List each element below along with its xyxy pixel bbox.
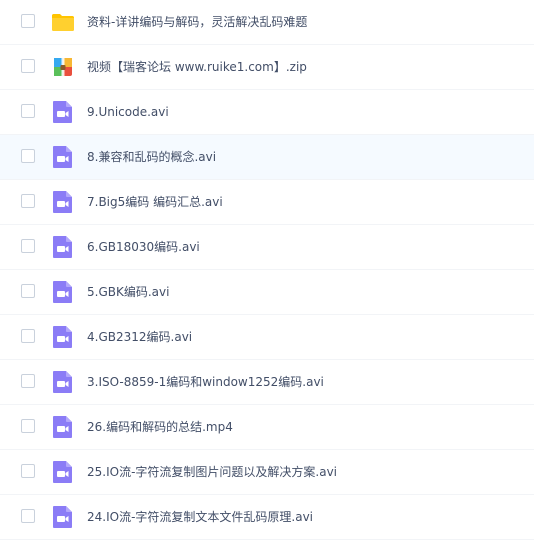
file-row-video[interactable]: 24.IO流-字符流复制文本文件乱码原理.avi bbox=[0, 495, 534, 540]
file-name[interactable]: 资料-详讲编码与解码，灵活解决乱码难题 bbox=[87, 14, 307, 30]
row-checkbox[interactable] bbox=[21, 239, 35, 253]
row-checkbox[interactable] bbox=[21, 59, 35, 73]
file-name[interactable]: 26.编码和解码的总结.mp4 bbox=[87, 419, 233, 435]
video-icon bbox=[51, 415, 75, 439]
file-name[interactable]: 24.IO流-字符流复制文本文件乱码原理.avi bbox=[87, 509, 313, 525]
file-name[interactable]: 25.IO流-字符流复制图片问题以及解决方案.avi bbox=[87, 464, 337, 480]
file-row-video[interactable]: 4.GB2312编码.avi bbox=[0, 315, 534, 360]
row-checkbox[interactable] bbox=[21, 509, 35, 523]
video-icon bbox=[51, 145, 75, 169]
file-name[interactable]: 9.Unicode.avi bbox=[87, 104, 169, 120]
row-checkbox[interactable] bbox=[21, 104, 35, 118]
archive-icon bbox=[51, 55, 75, 79]
video-icon bbox=[51, 190, 75, 214]
file-row-video[interactable]: 6.GB18030编码.avi bbox=[0, 225, 534, 270]
row-checkbox[interactable] bbox=[21, 374, 35, 388]
row-checkbox[interactable] bbox=[21, 14, 35, 28]
file-name[interactable]: 3.ISO-8859-1编码和window1252编码.avi bbox=[87, 374, 324, 390]
file-row-video[interactable]: 7.Big5编码 编码汇总.avi bbox=[0, 180, 534, 225]
file-row-video[interactable]: 3.ISO-8859-1编码和window1252编码.avi bbox=[0, 360, 534, 405]
video-icon bbox=[51, 460, 75, 484]
video-icon bbox=[51, 370, 75, 394]
file-row-video[interactable]: 9.Unicode.avi bbox=[0, 90, 534, 135]
row-checkbox[interactable] bbox=[21, 194, 35, 208]
video-icon bbox=[51, 505, 75, 529]
file-row-video[interactable]: 5.GBK编码.avi bbox=[0, 270, 534, 315]
file-name[interactable]: 7.Big5编码 编码汇总.avi bbox=[87, 194, 223, 210]
file-name[interactable]: 4.GB2312编码.avi bbox=[87, 329, 192, 345]
file-name[interactable]: 6.GB18030编码.avi bbox=[87, 239, 200, 255]
row-checkbox[interactable] bbox=[21, 419, 35, 433]
row-checkbox[interactable] bbox=[21, 284, 35, 298]
video-icon bbox=[51, 280, 75, 304]
file-name[interactable]: 视频【瑞客论坛 www.ruike1.com】.zip bbox=[87, 59, 307, 75]
row-checkbox[interactable] bbox=[21, 149, 35, 163]
file-name[interactable]: 8.兼容和乱码的概念.avi bbox=[87, 149, 216, 165]
file-row-video[interactable]: 8.兼容和乱码的概念.avi bbox=[0, 135, 534, 180]
file-row-video[interactable]: 26.编码和解码的总结.mp4 bbox=[0, 405, 534, 450]
row-checkbox[interactable] bbox=[21, 329, 35, 343]
file-name[interactable]: 5.GBK编码.avi bbox=[87, 284, 169, 300]
row-checkbox[interactable] bbox=[21, 464, 35, 478]
video-icon bbox=[51, 235, 75, 259]
file-list: 资料-详讲编码与解码，灵活解决乱码难题 视频【瑞客论坛 www.ruike1.c… bbox=[0, 0, 534, 541]
file-row-folder[interactable]: 资料-详讲编码与解码，灵活解决乱码难题 bbox=[0, 0, 534, 45]
file-row-zip[interactable]: 视频【瑞客论坛 www.ruike1.com】.zip bbox=[0, 45, 534, 90]
file-row-video[interactable]: 25.IO流-字符流复制图片问题以及解决方案.avi bbox=[0, 450, 534, 495]
video-icon bbox=[51, 325, 75, 349]
video-icon bbox=[51, 100, 75, 124]
folder-icon bbox=[51, 10, 75, 34]
